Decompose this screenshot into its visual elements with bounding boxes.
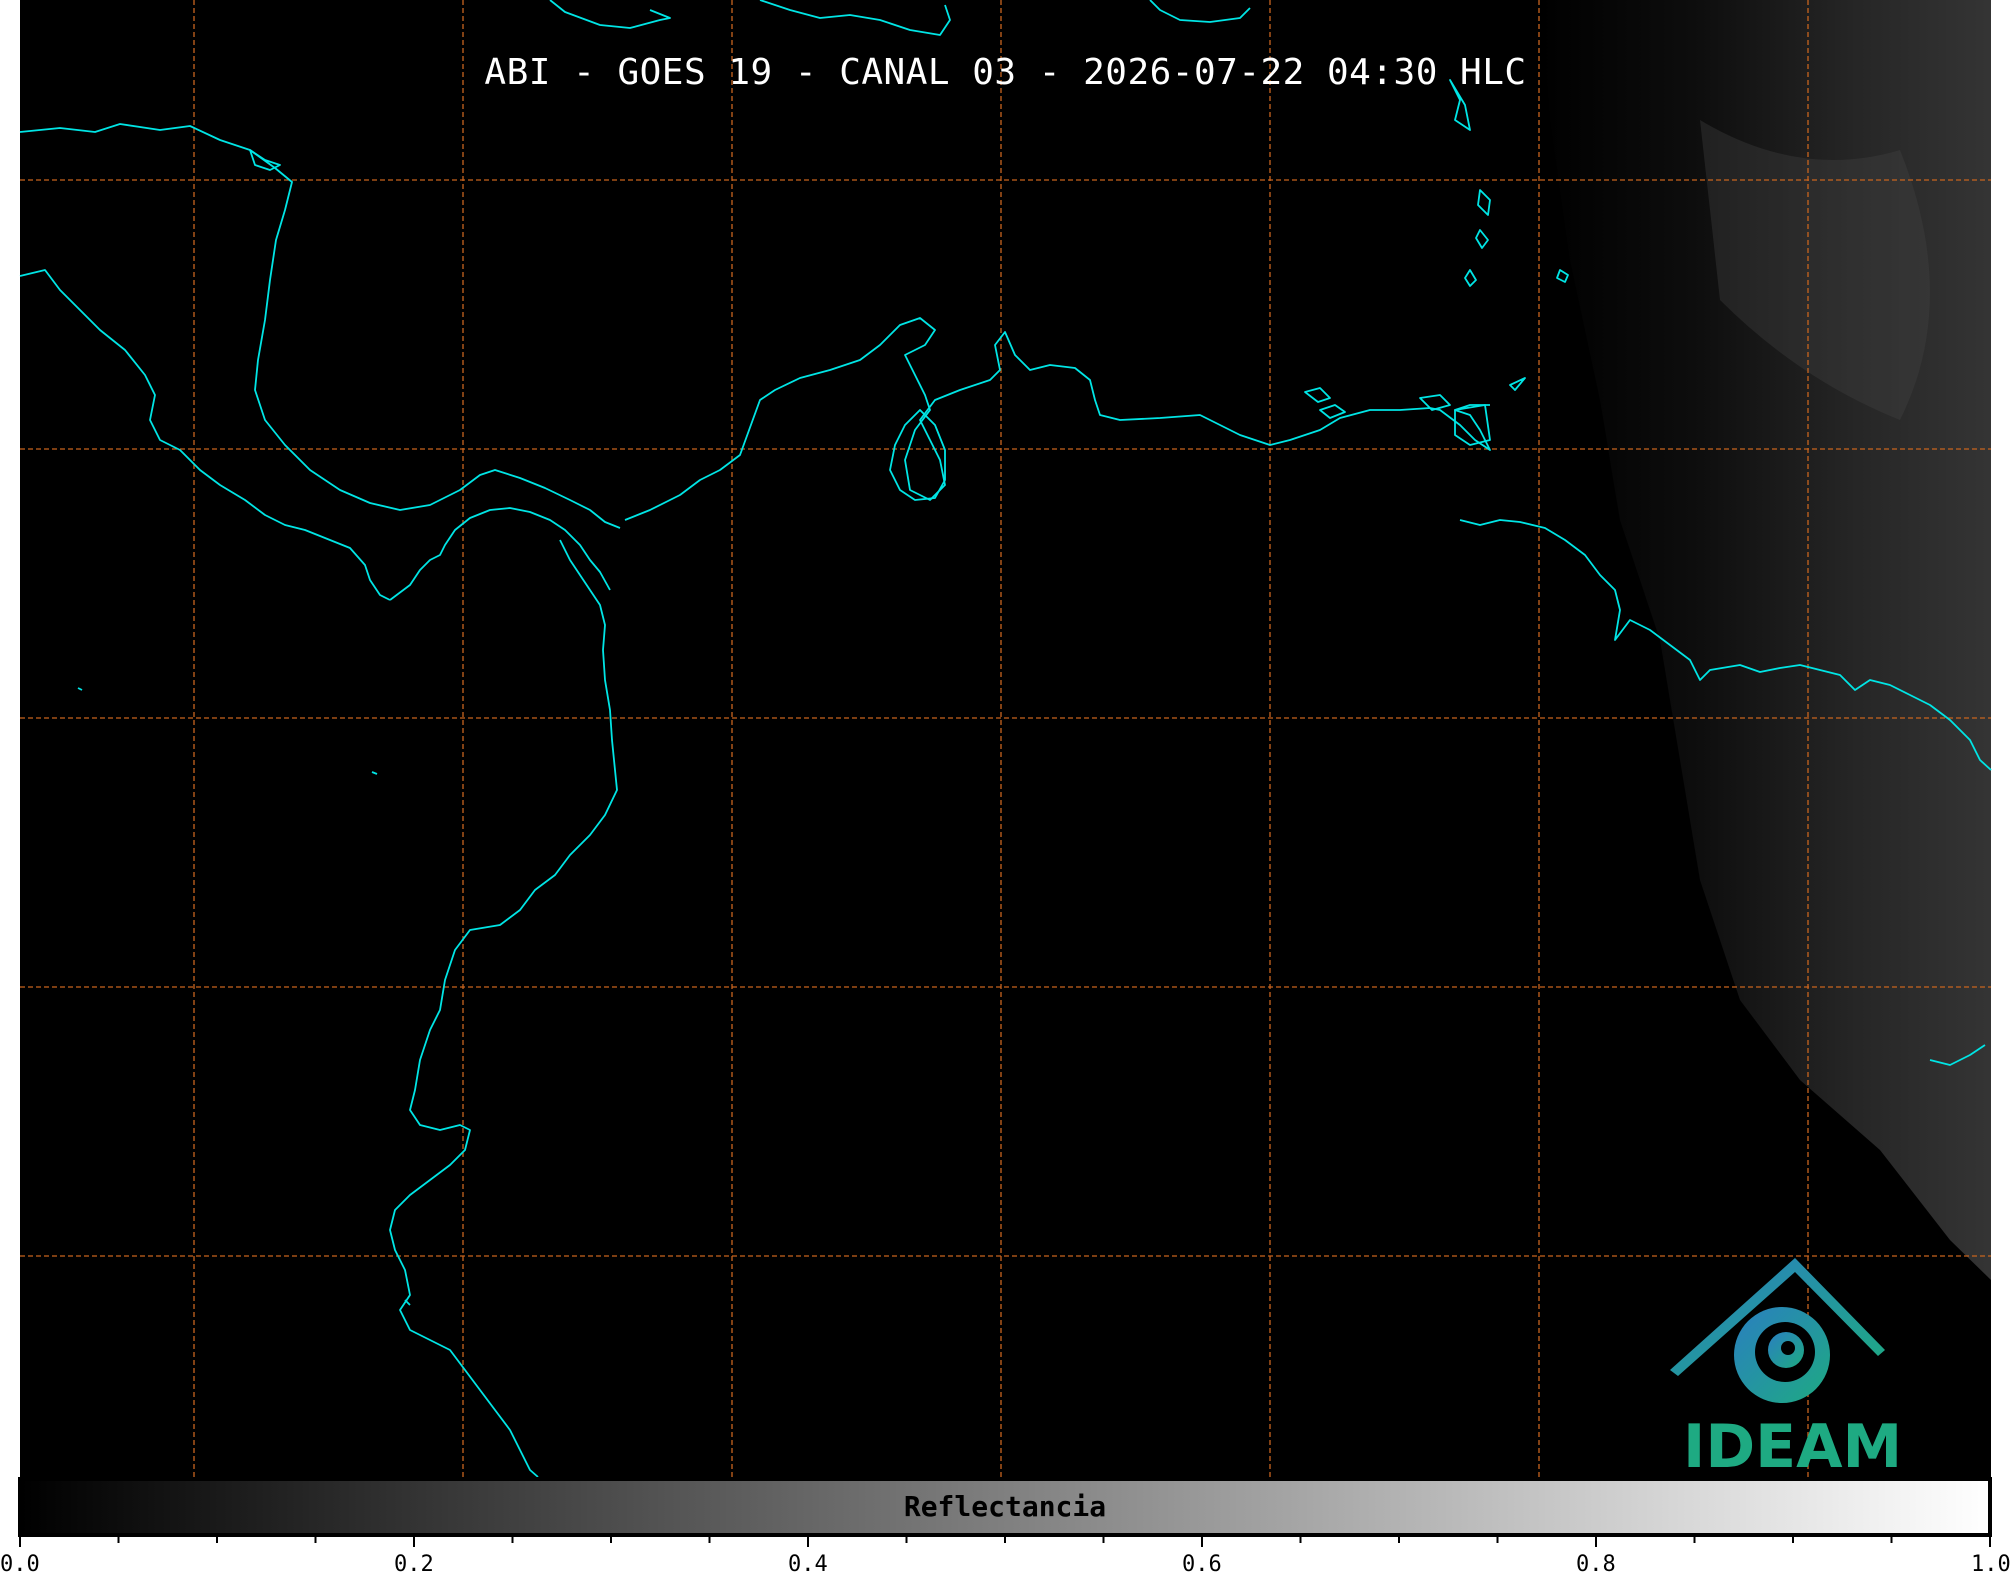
colorbar-tick-label: 0.8 — [1576, 1552, 1616, 1577]
logo-spiral-core — [1781, 1341, 1795, 1355]
colorbar-tick-label: 0.6 — [1182, 1552, 1222, 1577]
colorbar-tick-label: 1.0 — [1971, 1552, 2011, 1577]
colorbar-label: Reflectancia — [903, 1490, 1107, 1523]
colorbar-tick-label: 0.4 — [788, 1552, 828, 1577]
map-title: ABI - GOES 19 - CANAL 03 - 2026-07-22 04… — [484, 52, 1527, 93]
colorbar-tick-label: 0.2 — [394, 1552, 434, 1577]
satellite-map — [18, 0, 1992, 1547]
ideam-logo-text: IDEAM — [1683, 1412, 1903, 1482]
colorbar-tick-label: 0.0 — [0, 1552, 40, 1577]
